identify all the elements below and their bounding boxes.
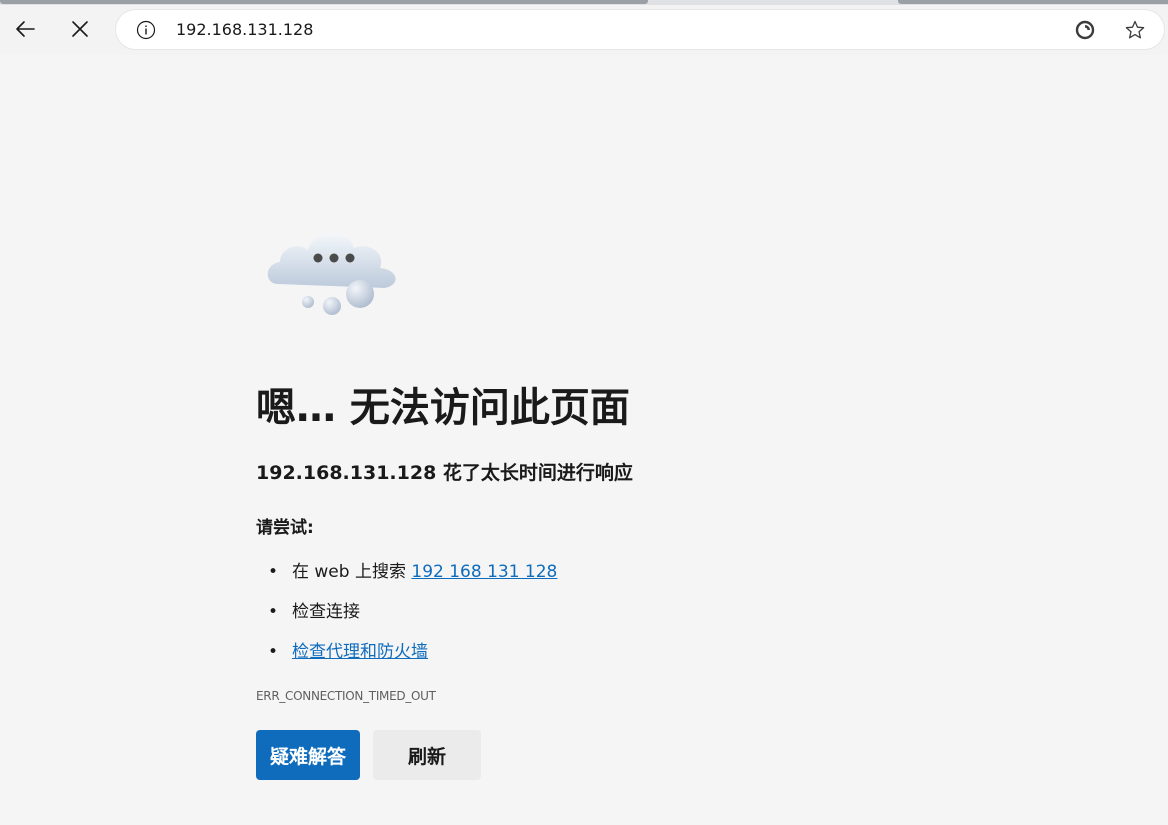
list-item: • 检查连接 [256,598,756,638]
error-subtitle: 192.168.131.128 花了太长时间进行响应 [256,462,633,484]
stop-loading-button[interactable] [62,11,98,47]
edge-refresh-icon[interactable] [1074,19,1096,41]
info-icon[interactable] [136,20,156,40]
browser-toolbar: 192.168.131.128 [0,5,1168,55]
check-connection-text: 检查连接 [292,602,360,622]
close-icon [72,21,88,37]
browser-tab[interactable] [0,0,648,4]
cloud-icon [267,233,396,315]
browser-tab[interactable] [898,0,1168,4]
bullet: • [268,562,279,582]
refresh-button[interactable]: 刷新 [373,730,481,780]
troubleshoot-button[interactable]: 疑难解答 [256,730,360,780]
check-proxy-firewall-link[interactable]: 检查代理和防火墙 [292,642,428,662]
back-arrow-icon [16,21,35,37]
star-icon[interactable] [1124,19,1146,41]
error-title: 嗯… 无法访问此页面 [256,385,630,431]
search-web-link[interactable]: 192 168 131 128 [411,562,557,582]
suggestions-heading: 请尝试: [256,518,314,538]
list-item: • 在 web 上搜索 192 168 131 128 [256,558,756,598]
suggestion-list: • 在 web 上搜索 192 168 131 128 • 检查连接 • 检查代… [256,558,756,678]
search-web-text: 在 web 上搜索 [292,562,412,582]
error-code: ERR_CONNECTION_TIMED_OUT [256,689,436,703]
address-bar[interactable]: 192.168.131.128 [116,10,1164,49]
back-button[interactable] [7,11,43,47]
url-text[interactable]: 192.168.131.128 [176,20,313,40]
bullet: • [268,642,279,662]
list-item: • 检查代理和防火墙 [256,638,756,678]
bullet: • [268,602,279,622]
